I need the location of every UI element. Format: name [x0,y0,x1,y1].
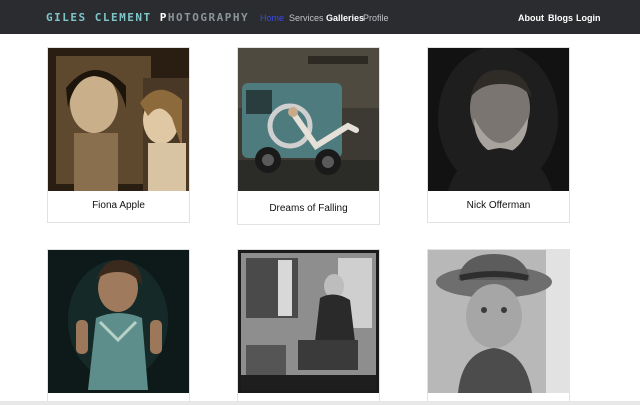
nav-home-link[interactable]: Home [260,12,284,24]
gallery-card[interactable]: Fiona Apple [47,47,190,223]
gallery-photo[interactable] [428,250,569,393]
nav-profile-link[interactable]: Profile [363,12,389,24]
gallery-card[interactable] [237,249,380,405]
nav-about-link[interactable]: About [518,12,544,24]
nav-services-link[interactable]: Services [289,12,324,24]
gallery-card[interactable]: Dreams of Falling [237,47,380,225]
nav-blogs-link[interactable]: Blogs [548,12,573,24]
gallery-photo[interactable] [428,48,569,191]
gallery-card[interactable]: Nick Offerman [427,47,570,223]
nav-login-link[interactable]: Login [576,12,601,24]
brand-logo[interactable]: GILES CLEMENT PHOTOGRAPHY [46,10,249,25]
top-navbar: GILES CLEMENT PHOTOGRAPHY Home Services … [0,0,640,34]
gallery-photo[interactable] [238,250,379,393]
gallery-photo[interactable] [238,48,379,191]
gallery-photo[interactable] [48,250,189,393]
gallery-card[interactable] [47,249,190,405]
nav-galleries-link[interactable]: Galleries [326,12,364,24]
gallery-photo[interactable] [48,48,189,191]
gallery-caption: Dreams of Falling [269,203,348,214]
horizontal-scrollbar[interactable] [0,401,640,405]
gallery-caption: Fiona Apple [92,200,145,211]
gallery-caption: Nick Offerman [466,200,531,211]
gallery-card[interactable] [427,249,570,405]
